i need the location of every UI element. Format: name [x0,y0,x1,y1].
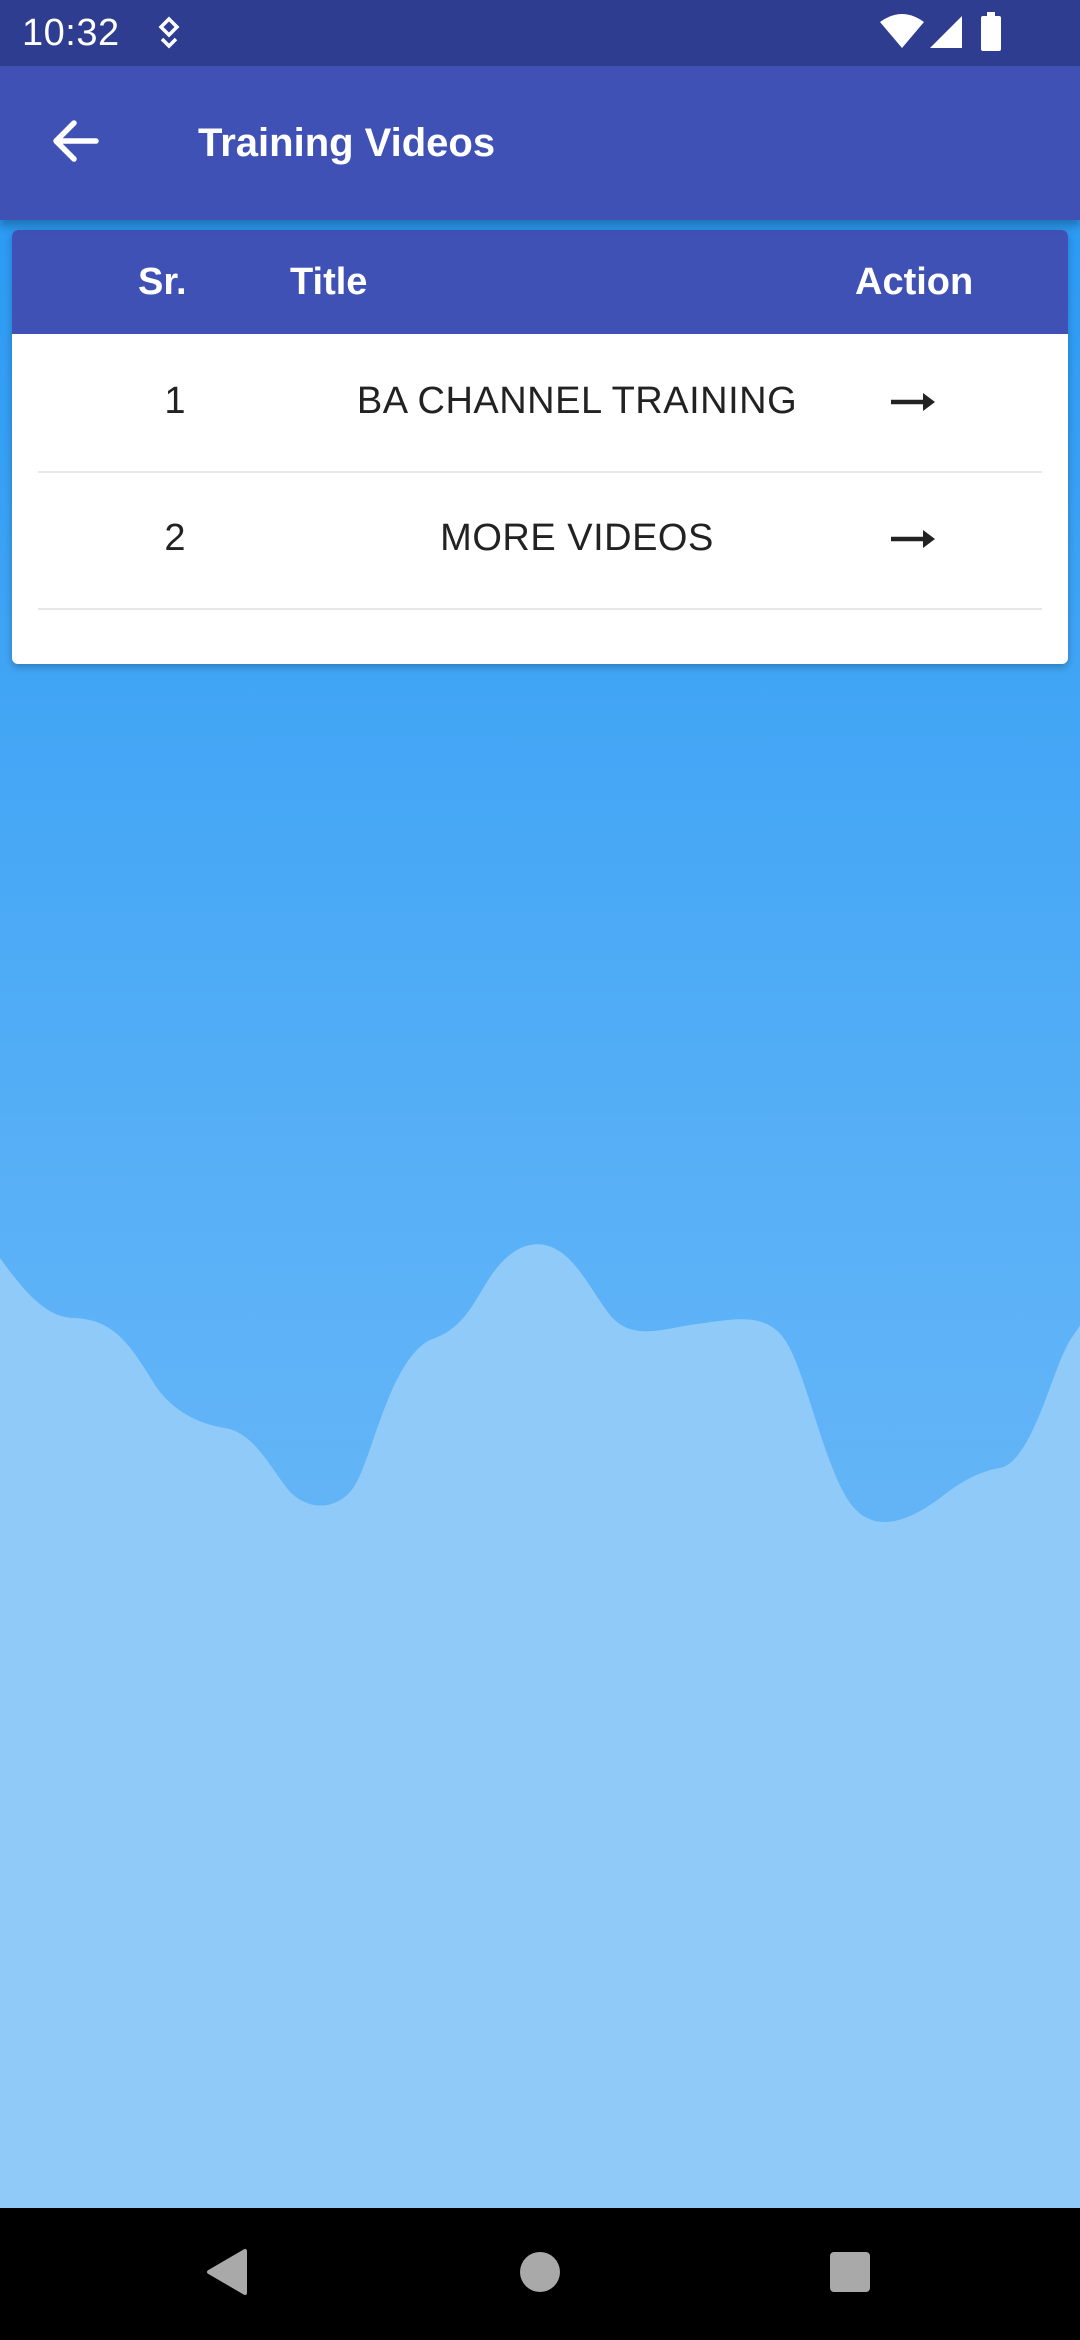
header-action: Action [855,261,974,303]
battery-icon [980,12,1002,57]
app-bar: Training Videos [0,66,1080,220]
row-sr: 1 [164,380,186,422]
table-row[interactable]: 2 MORE VIDEOS [38,471,1042,610]
home-circle-icon [518,2250,562,2299]
videos-table-card: Sr. Title Action 1 BA CHANNEL TRAINING 2… [12,230,1068,664]
arrow-right-icon[interactable] [868,471,958,606]
row-title: MORE VIDEOS [440,517,714,559]
back-button[interactable] [30,108,120,178]
row-sr: 2 [164,517,186,559]
status-bar: 10:32 [0,0,1080,66]
nav-recents-button[interactable] [810,2234,890,2314]
wifi-icon [880,14,924,55]
page-title: Training Videos [198,121,496,165]
status-time: 10:32 [22,12,120,54]
header-sr: Sr. [138,261,187,303]
cellular-signal-icon [928,14,964,55]
table-row[interactable]: 1 BA CHANNEL TRAINING [38,334,1042,473]
wave-shape [0,1244,1080,2340]
recents-square-icon [828,2250,872,2299]
nav-home-button[interactable] [500,2234,580,2314]
arrow-right-icon[interactable] [868,334,958,469]
back-triangle-icon [203,2247,249,2302]
header-title: Title [290,261,368,303]
system-navigation-bar [0,2208,1080,2340]
row-title: BA CHANNEL TRAINING [356,380,798,422]
screen: 10:32 Training Videos Sr. Title Action 1… [0,0,1080,2340]
arrow-back-icon [50,119,100,168]
location-pin-icon [154,16,184,55]
table-header: Sr. Title Action [12,230,1068,334]
nav-back-button[interactable] [186,2234,266,2314]
